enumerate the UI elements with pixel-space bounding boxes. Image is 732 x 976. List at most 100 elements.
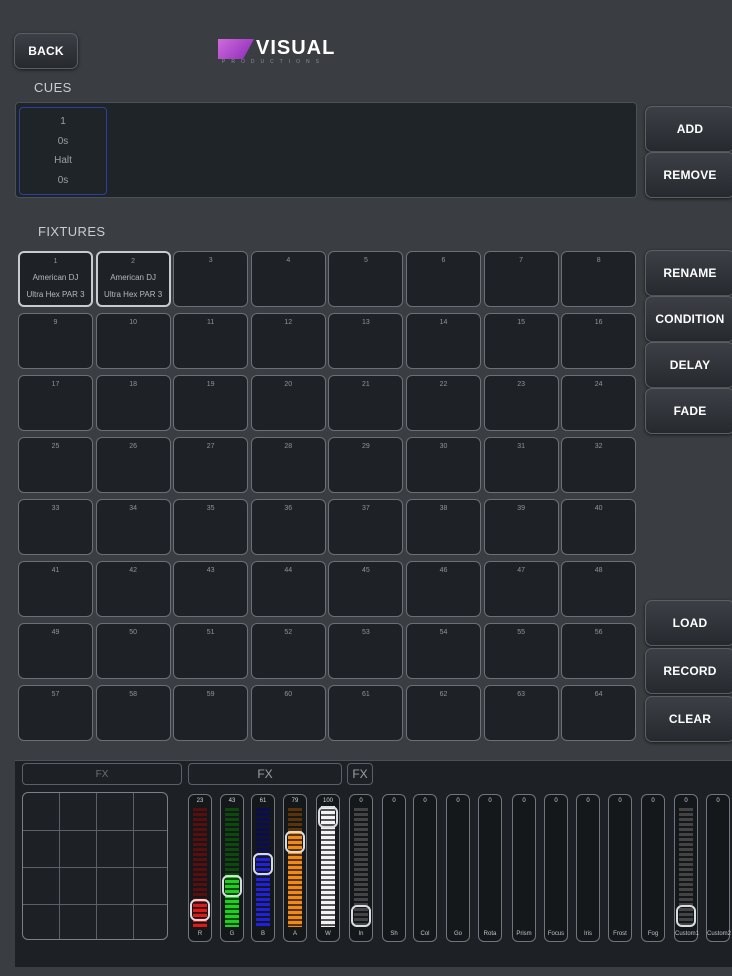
fixture-cell[interactable]: 7 [483,251,559,307]
add-button[interactable]: ADD [645,106,732,152]
fixture-cell[interactable]: 22 [406,375,481,431]
fx-tab-3[interactable]: FX [347,763,373,785]
fixture-cell[interactable]: 38 [406,499,481,555]
fader-g[interactable]: 43 G [220,794,244,942]
fixture-cell[interactable]: 63 [483,685,559,741]
rename-button[interactable]: RENAME [645,250,732,296]
fixture-cell[interactable]: 54 [406,623,481,679]
fixture-cell[interactable]: 34 [95,499,171,555]
fixture-cell[interactable]: 15 [483,313,559,369]
fader-handle[interactable] [351,905,371,927]
fixture-cell[interactable]: 58 [95,685,171,741]
fader-handle[interactable] [285,831,305,853]
fixture-cell[interactable]: 29 [328,437,404,493]
fixture-cell[interactable]: 5 [328,251,404,307]
fixture-cell[interactable]: 42 [95,561,171,617]
fader-handle[interactable] [190,899,210,921]
fixture-cell[interactable]: 43 [173,561,249,617]
fixture-cell[interactable]: 4 [250,251,326,307]
fx-tab-2[interactable]: FX [188,763,342,785]
fader-w[interactable]: 100 W [316,794,340,942]
fader-a[interactable]: 79 A [283,794,307,942]
fader-col[interactable]: 0 Col [413,794,437,942]
fixture-cell[interactable]: 13 [328,313,404,369]
fixture-cell[interactable]: 33 [18,499,93,555]
fixture-cell[interactable]: 16 [561,313,637,369]
fader-custom1[interactable]: 0 Custom1 [674,794,699,942]
fixture-cell[interactable]: 26 [95,437,171,493]
fixture-cell[interactable]: 41 [18,561,93,617]
fixture-cell[interactable]: 17 [18,375,93,431]
cue-list[interactable] [15,102,637,198]
fixture-cell[interactable]: 56 [561,623,637,679]
fader-handle[interactable] [318,806,338,828]
fixture-cell[interactable]: 51 [173,623,249,679]
cue-card[interactable]: 1 0s Halt 0s [19,107,107,195]
fx-tab-1[interactable]: FX [22,763,182,785]
fixture-cell[interactable]: 60 [250,685,326,741]
fixture-cell[interactable]: 28 [250,437,326,493]
fixture-cell[interactable]: 31 [483,437,559,493]
fader-r[interactable]: 23 R [188,794,212,942]
fixture-cell[interactable]: 49 [18,623,93,679]
fixture-cell[interactable]: 23 [483,375,559,431]
fixture-cell[interactable]: 37 [328,499,404,555]
fixture-cell[interactable]: 14 [406,313,481,369]
fade-button[interactable]: FADE [645,388,732,434]
fixture-cell[interactable]: 2 American DJ Ultra Hex PAR 3 [95,251,171,307]
fixture-cell[interactable]: 6 [406,251,481,307]
fixture-cell[interactable]: 11 [173,313,249,369]
fixture-cell[interactable]: 44 [250,561,326,617]
fixture-cell[interactable]: 52 [250,623,326,679]
fixture-cell[interactable]: 18 [95,375,171,431]
fixture-cell[interactable]: 57 [18,685,93,741]
fader-custom2[interactable]: 0 Custom2 [706,794,731,942]
fader-fog[interactable]: 0 Fog [641,794,665,942]
fader-go[interactable]: 0 Go [446,794,470,942]
fader-b[interactable]: 61 B [251,794,275,942]
fixture-cell[interactable]: 27 [173,437,249,493]
fixture-cell[interactable]: 24 [561,375,637,431]
clear-button[interactable]: CLEAR [645,696,732,742]
fixture-cell[interactable]: 53 [328,623,404,679]
fixture-cell[interactable]: 9 [18,313,93,369]
fixture-cell[interactable]: 62 [406,685,481,741]
fixture-cell[interactable]: 21 [328,375,404,431]
fader-frost[interactable]: 0 Frost [608,794,632,942]
load-button[interactable]: LOAD [645,600,732,646]
fixture-cell[interactable]: 46 [406,561,481,617]
fader-focus[interactable]: 0 Focus [544,794,568,942]
fixture-cell[interactable]: 32 [561,437,637,493]
condition-button[interactable]: CONDITION [645,296,732,342]
fixture-cell[interactable]: 12 [250,313,326,369]
fixture-cell[interactable]: 19 [173,375,249,431]
fixture-cell[interactable]: 48 [561,561,637,617]
fixture-cell[interactable]: 30 [406,437,481,493]
fixture-cell[interactable]: 10 [95,313,171,369]
back-button[interactable]: BACK [14,33,78,69]
fixture-cell[interactable]: 1 American DJ Ultra Hex PAR 3 [18,251,93,307]
fixture-cell[interactable]: 36 [250,499,326,555]
fader-handle[interactable] [676,905,696,927]
fixture-cell[interactable]: 40 [561,499,637,555]
fixture-cell[interactable]: 39 [483,499,559,555]
delay-button[interactable]: DELAY [645,342,732,388]
fixture-cell[interactable]: 45 [328,561,404,617]
fader-handle[interactable] [222,875,242,897]
fixture-cell[interactable]: 35 [173,499,249,555]
fixture-cell[interactable]: 61 [328,685,404,741]
fixture-cell[interactable]: 50 [95,623,171,679]
fixture-cell[interactable]: 20 [250,375,326,431]
fader-iris[interactable]: 0 Iris [576,794,600,942]
pan-tilt-pad[interactable] [22,792,168,940]
fader-handle[interactable] [253,853,273,875]
fader-in[interactable]: 0 In [349,794,373,942]
fixture-cell[interactable]: 8 [561,251,637,307]
fixture-cell[interactable]: 59 [173,685,249,741]
fader-sh[interactable]: 0 Sh [382,794,406,942]
fader-prism[interactable]: 0 Prism [512,794,536,942]
fixture-cell[interactable]: 3 [173,251,249,307]
fixture-cell[interactable]: 47 [483,561,559,617]
fader-rota[interactable]: 0 Rota [478,794,502,942]
record-button[interactable]: RECORD [645,648,732,694]
